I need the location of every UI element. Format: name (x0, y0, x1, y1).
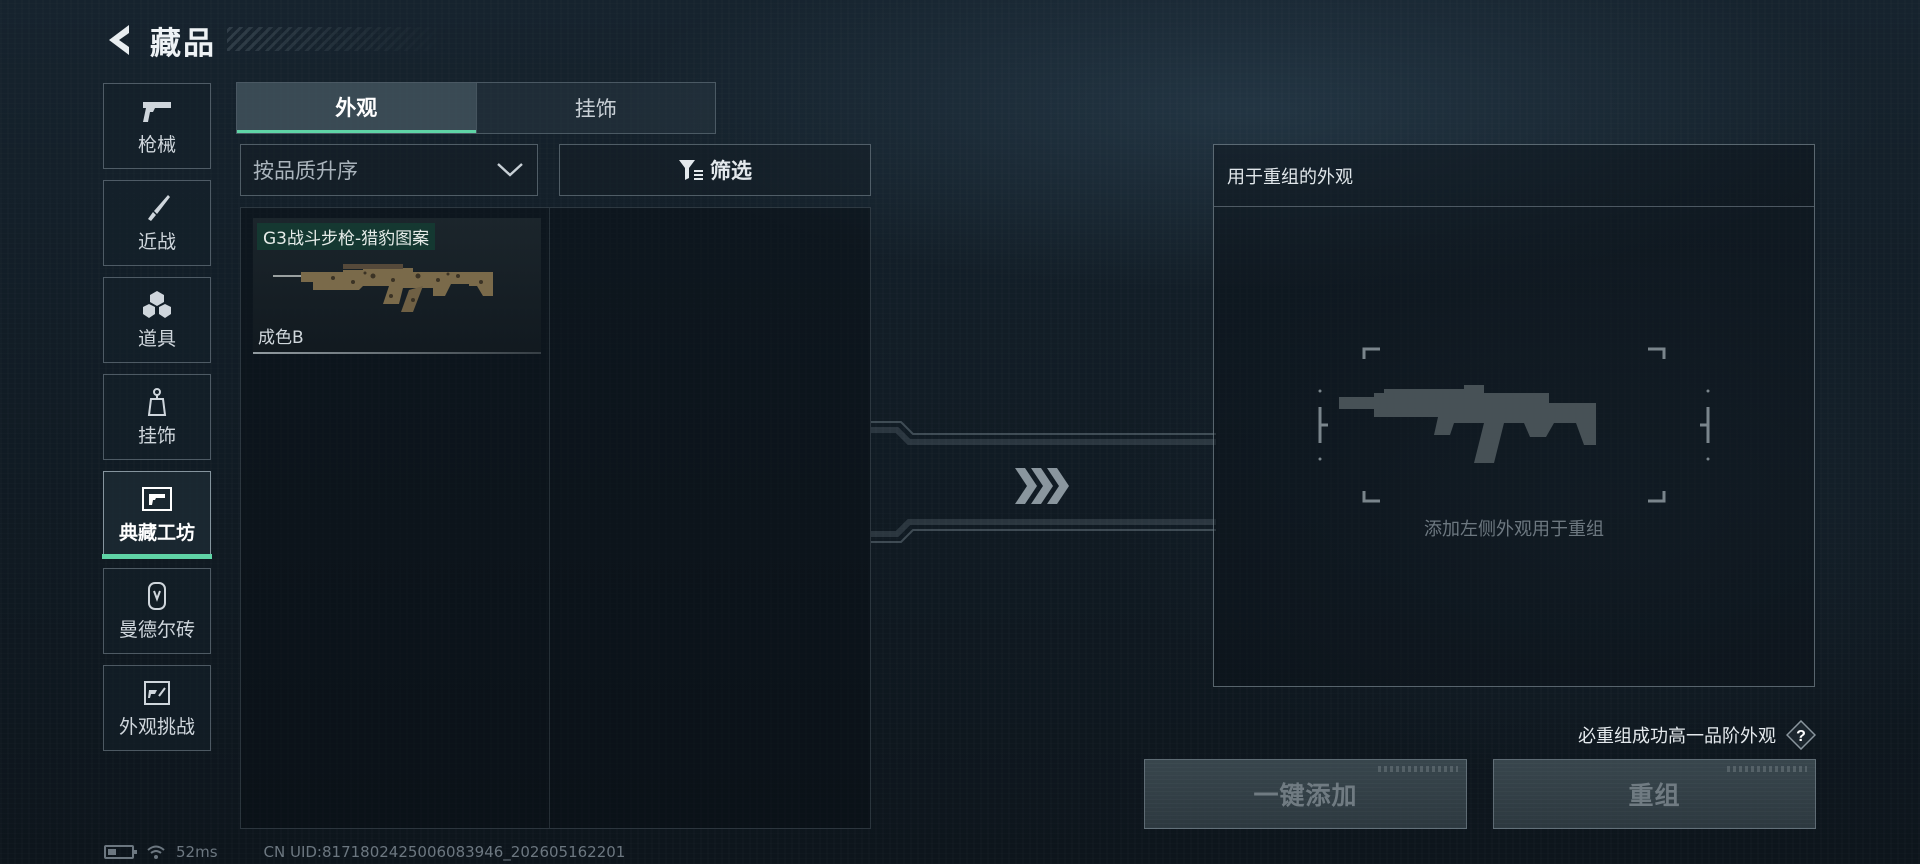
sidebar-item-label: 枪械 (137, 133, 176, 156)
filter-label: 筛选 (710, 159, 752, 183)
sidebar-item-melee[interactable]: 近战 (103, 180, 211, 266)
recombine-empty-hint: 添加左侧外观用于重组 (1424, 519, 1604, 540)
chevron-down-icon (497, 163, 523, 177)
add-all-label: 一键添加 (1253, 781, 1358, 810)
sidebar-item-collection-workshop[interactable]: 典藏工坊 (102, 471, 212, 559)
user-uid: CN UID:8171802425006083946_202605162201 (263, 843, 626, 861)
tab-charms[interactable]: 挂饰 (475, 83, 716, 133)
sidebar-item-label: 挂饰 (137, 424, 176, 447)
help-button[interactable]: ? (1786, 720, 1816, 750)
recombine-panel: 用于重组的外观 添加左侧外观用于重组 (1213, 144, 1815, 687)
category-sidebar: 枪械 近战 道具 挂饰 典藏工坊 曼德尔砖 外观挑战 (102, 83, 212, 762)
rifle-image (273, 264, 493, 312)
page-header: 藏品 (104, 20, 216, 62)
skin-grade: 成色B (258, 328, 304, 348)
sidebar-item-label: 典藏工坊 (118, 521, 195, 544)
content-tabs: 外观 挂饰 (236, 82, 716, 134)
sidebar-item-charms[interactable]: 挂饰 (103, 374, 211, 460)
sidebar-item-label: 外观挑战 (118, 715, 195, 738)
battery-icon (104, 845, 137, 859)
back-button[interactable] (104, 20, 136, 60)
wifi-icon (147, 845, 165, 859)
button-decoration (1378, 766, 1458, 772)
sidebar-item-gear[interactable]: 道具 (103, 277, 211, 363)
sort-value: 按品质升序 (253, 159, 358, 183)
recombine-button[interactable]: 重组 (1493, 759, 1816, 829)
transfer-connector (871, 421, 1216, 543)
grid-divider (549, 208, 550, 828)
recombine-header: 用于重组的外观 (1214, 145, 1814, 207)
back-arrow-icon (109, 25, 129, 55)
sort-dropdown[interactable]: 按品质升序 (240, 144, 538, 196)
sidebar-item-skin-challenge[interactable]: 外观挑战 (103, 665, 211, 751)
page-title: 藏品 (150, 25, 216, 62)
title-decoration (227, 27, 447, 51)
guarantee-row: 必重组成功高一品阶外观 ? (1578, 720, 1816, 750)
card-underline (253, 352, 541, 354)
svg-text:?: ? (1796, 728, 1806, 745)
skin-card[interactable]: G3战斗步枪-猎豹图案 成色B (253, 218, 541, 354)
rifle-placeholder-icon (1318, 347, 1710, 503)
filter-button[interactable]: 筛选 (559, 144, 871, 196)
sidebar-item-label: 道具 (137, 327, 176, 350)
sidebar-item-label: 曼德尔砖 (118, 618, 195, 641)
help-icon: ? (1786, 720, 1816, 750)
ping-value: 52ms (176, 843, 218, 861)
brick-icon (140, 581, 174, 611)
workshop-frame-icon (140, 484, 174, 514)
sidebar-item-label: 近战 (137, 230, 176, 253)
skin-name: G3战斗步枪-猎豹图案 (257, 223, 436, 250)
chevrons-right-icon (1015, 468, 1069, 504)
grenades-icon (140, 290, 174, 320)
skin-grid: G3战斗步枪-猎豹图案 成色B (240, 207, 871, 829)
add-all-button[interactable]: 一键添加 (1144, 759, 1467, 829)
recombine-label: 重组 (1628, 781, 1681, 810)
filter-icon (679, 160, 703, 180)
recombine-empty-state: 添加左侧外观用于重组 (1214, 345, 1814, 541)
button-decoration (1727, 766, 1807, 772)
status-bar: 52ms CN UID:8171802425006083946_20260516… (104, 843, 625, 861)
sidebar-item-firearms[interactable]: 枪械 (103, 83, 211, 169)
knife-icon (140, 193, 174, 223)
pistol-icon (140, 96, 174, 126)
sidebar-item-mandel-brick[interactable]: 曼德尔砖 (103, 568, 211, 654)
challenge-icon (140, 678, 174, 708)
tab-appearance[interactable]: 外观 (237, 83, 476, 133)
charm-icon (140, 387, 174, 417)
guarantee-text: 必重组成功高一品阶外观 (1578, 726, 1776, 747)
recombine-title: 用于重组的外观 (1227, 166, 1353, 188)
